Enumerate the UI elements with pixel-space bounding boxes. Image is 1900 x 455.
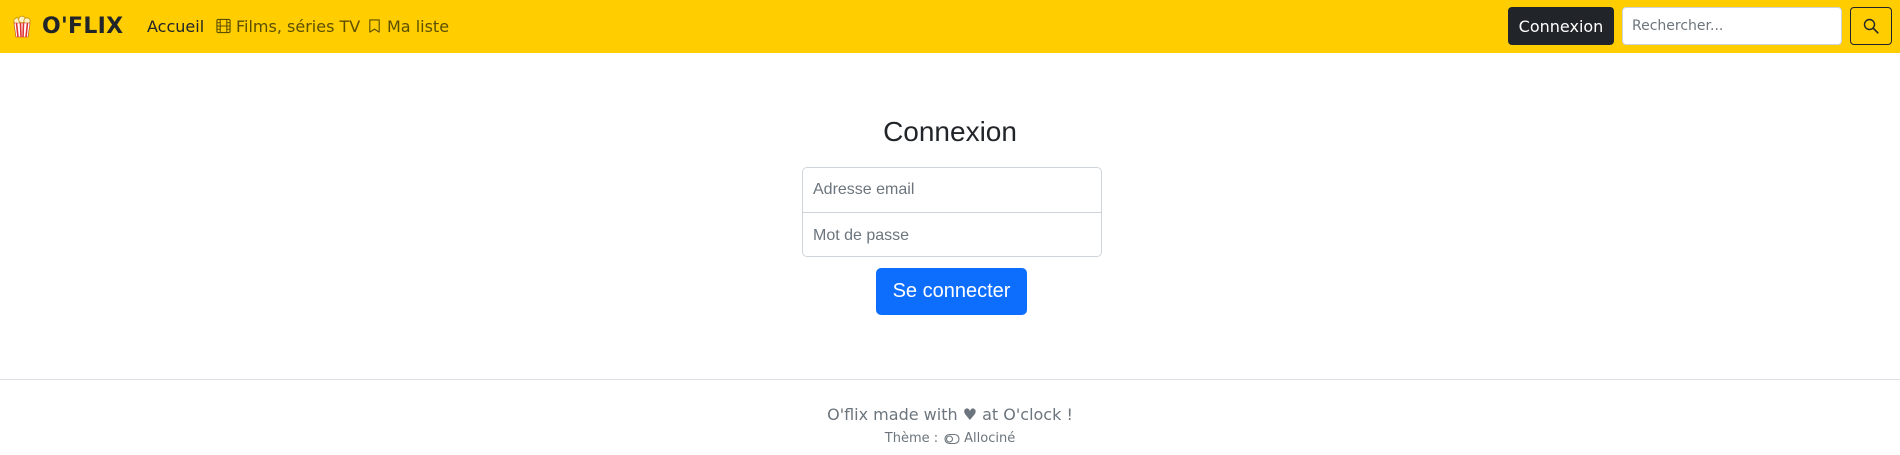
popcorn-icon [13, 15, 31, 38]
toggle-icon [944, 433, 960, 444]
nav-link-home[interactable]: Accueil [147, 14, 204, 38]
theme-toggle[interactable]: Allociné [944, 431, 1015, 446]
nav-link-label: Ma liste [387, 16, 450, 36]
footer-divider [0, 379, 1900, 380]
search-icon [1863, 18, 1879, 34]
login-form [802, 167, 1102, 257]
brand-name: O'FLIX [42, 13, 124, 39]
nav-link-label: Films, séries TV [236, 16, 361, 36]
search-button[interactable] [1850, 7, 1892, 45]
navbar: O'FLIX Accueil Films, séries TV Ma liste… [0, 0, 1900, 53]
search-input[interactable] [1622, 7, 1842, 45]
nav-link-films[interactable]: Films, séries TV [216, 14, 360, 38]
theme-label: Thème : [884, 431, 939, 446]
footer-credit: O'flix made with ♥ at O'clock ! [827, 405, 1073, 424]
password-field[interactable] [803, 213, 1101, 256]
bookmark-icon [369, 19, 380, 33]
theme-name: Allociné [964, 431, 1016, 446]
theme-switcher: Thème : Allociné [0, 431, 1900, 446]
nav-link-label: Accueil [147, 16, 205, 36]
submit-button[interactable]: Se connecter [876, 268, 1027, 315]
nav-link-my-list[interactable]: Ma liste [367, 14, 449, 38]
page-title: Connexion [883, 116, 1017, 147]
brand-link[interactable]: O'FLIX [10, 12, 123, 40]
email-field[interactable] [803, 168, 1101, 213]
film-icon [216, 18, 231, 34]
login-button[interactable]: Connexion [1508, 7, 1614, 45]
